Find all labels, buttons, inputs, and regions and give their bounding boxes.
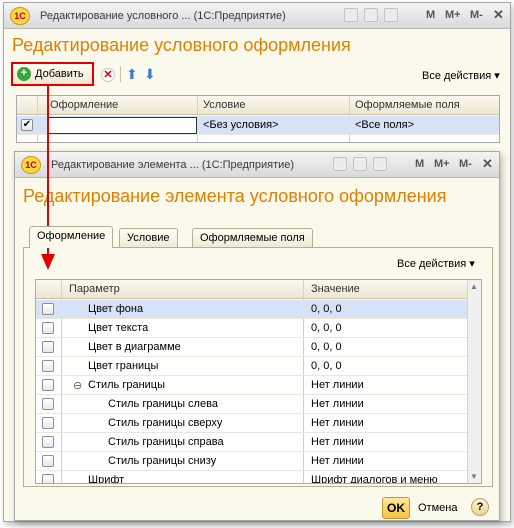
table-header: Параметр Значение [36,280,467,299]
collapse-icon[interactable]: ⊖ [73,379,82,392]
row-checkbox[interactable] [42,417,54,429]
parameter-value: Нет линии [311,398,364,410]
parameter-value: Шрифт диалогов и меню [311,474,438,484]
parameter-value: Нет линии [311,379,364,391]
calendar-icon[interactable] [384,8,398,22]
front-window-titlebar[interactable]: 1С Редактирование элемента ... (1С:Предп… [15,152,499,178]
ok-button[interactable]: OK [382,497,410,519]
parameter-value: Нет линии [311,417,364,429]
front-window-tool-icons [333,157,387,171]
parameter-name: Стиль границы снизу [108,455,217,467]
row-checkbox[interactable] [42,436,54,448]
row-checkbox[interactable] [42,474,54,483]
add-icon: + [17,67,31,81]
row-checkbox[interactable] [42,360,54,372]
column-header-value[interactable]: Значение [311,283,360,295]
row-checkbox[interactable] [42,341,54,353]
row-checkbox[interactable] [42,455,54,467]
parameter-name: Цвет текста [88,322,149,334]
tab-fields[interactable]: Оформляемые поля [192,228,313,248]
parameter-value: Нет линии [311,436,364,448]
close-icon[interactable]: ✕ [482,156,493,172]
save-icon[interactable] [333,157,347,171]
row-checkbox[interactable] [42,379,54,391]
delete-icon[interactable]: ✕ [101,68,115,82]
table-row[interactable]: Цвет в диаграмме 0, 0, 0 [36,338,467,357]
back-window-titlebar[interactable]: 1С Редактирование условного ... (1С:Пред… [4,3,510,29]
parameter-value: Нет линии [311,455,364,467]
column-header-condition[interactable]: Условие [203,99,246,111]
front-window: 1С Редактирование элемента ... (1С:Предп… [14,151,500,521]
column-header-parameter[interactable]: Параметр [69,283,120,295]
parameter-value: 0, 0, 0 [311,360,342,372]
m-minus-button[interactable]: M- [470,9,483,21]
add-button-label: Добавить [35,68,84,80]
m-plus-button[interactable]: M+ [445,9,461,21]
help-icon[interactable]: ? [471,498,489,516]
1c-logo-icon: 1С [10,7,30,25]
formatting-input[interactable] [48,117,197,134]
fields-cell: <Все поля> [355,119,415,131]
separator [120,66,121,82]
parameters-table: Параметр Значение Цвет фона 0, 0, 0 Цвет т… [35,279,482,484]
tab-panel: Все действия ▾ Параметр Значение Цвет фо… [23,247,493,487]
m-plus-button[interactable]: M+ [434,158,450,170]
table-row[interactable]: Цвет границы 0, 0, 0 [36,357,467,376]
back-conditions-table: Оформление Условие Оформляемые поля ✔ <Б… [16,95,500,143]
parameter-value: 0, 0, 0 [311,341,342,353]
parameter-name: Стиль границы сверху [108,417,223,429]
row-checkbox[interactable] [42,398,54,410]
parameter-name: Цвет границы [88,360,159,372]
add-button[interactable]: + Добавить [11,62,94,86]
table-row[interactable]: ⊖ Стиль границы Нет линии [36,376,467,395]
table-row[interactable]: Цвет текста 0, 0, 0 [36,319,467,338]
row-checkbox[interactable] [42,322,54,334]
parameter-name: Стиль границы [88,379,166,391]
row-checkbox[interactable] [42,303,54,315]
m-button[interactable]: M [415,158,424,170]
all-actions-menu[interactable]: Все действия ▾ [422,69,500,82]
table-row[interactable]: Стиль границы сверху Нет линии [36,414,467,433]
m-minus-button[interactable]: M- [459,158,472,170]
parameter-name: Цвет в диаграмме [88,341,181,353]
table-row[interactable]: Цвет фона 0, 0, 0 [36,300,467,319]
row-checkbox[interactable]: ✔ [21,119,33,131]
vertical-scrollbar[interactable]: ▲ ▼ [467,280,481,483]
front-window-heading: Редактирование элемента условного оформл… [23,186,447,206]
table-row[interactable]: Шрифт Шрифт диалогов и меню [36,471,467,484]
calculator-icon[interactable] [364,8,378,22]
back-window-heading: Редактирование условного оформления [12,35,351,55]
scroll-up-icon[interactable]: ▲ [470,282,478,291]
move-down-icon[interactable]: ⬇ [144,66,156,83]
condition-cell: <Без условия> [203,119,279,131]
calculator-icon[interactable] [353,157,367,171]
parameter-name: Стиль границы справа [108,436,224,448]
parameter-name: Стиль границы слева [108,398,218,410]
m-button[interactable]: M [426,9,435,21]
table-row[interactable]: Стиль границы слева Нет линии [36,395,467,414]
back-window-title: Редактирование условного ... (1С:Предпри… [40,10,286,22]
move-up-icon[interactable]: ⬆ [126,66,138,83]
tab-formatting[interactable]: Оформление [29,226,114,248]
front-window-title: Редактирование элемента ... (1С:Предприя… [51,159,295,171]
all-actions-menu[interactable]: Все действия ▾ [397,257,475,270]
tab-condition[interactable]: Условие [119,228,178,248]
scroll-down-icon[interactable]: ▼ [470,472,478,481]
column-header-formatting[interactable]: Оформление [50,99,118,111]
column-header-fields[interactable]: Оформляемые поля [355,99,460,111]
close-icon[interactable]: ✕ [493,7,504,23]
calendar-icon[interactable] [373,157,387,171]
table-row[interactable]: ✔ <Без условия> <Все поля> [17,116,499,135]
parameter-value: 0, 0, 0 [311,303,342,315]
1c-logo-icon: 1С [21,156,41,174]
back-window-tool-icons [344,8,398,22]
table-header: Оформление Условие Оформляемые поля [17,96,499,115]
save-icon[interactable] [344,8,358,22]
cancel-button[interactable]: Отмена [418,502,457,514]
table-row[interactable]: Стиль границы справа Нет линии [36,433,467,452]
parameter-name: Цвет фона [88,303,144,315]
parameter-name: Шрифт [88,474,125,484]
parameter-value: 0, 0, 0 [311,322,342,334]
table-row[interactable]: Стиль границы снизу Нет линии [36,452,467,471]
